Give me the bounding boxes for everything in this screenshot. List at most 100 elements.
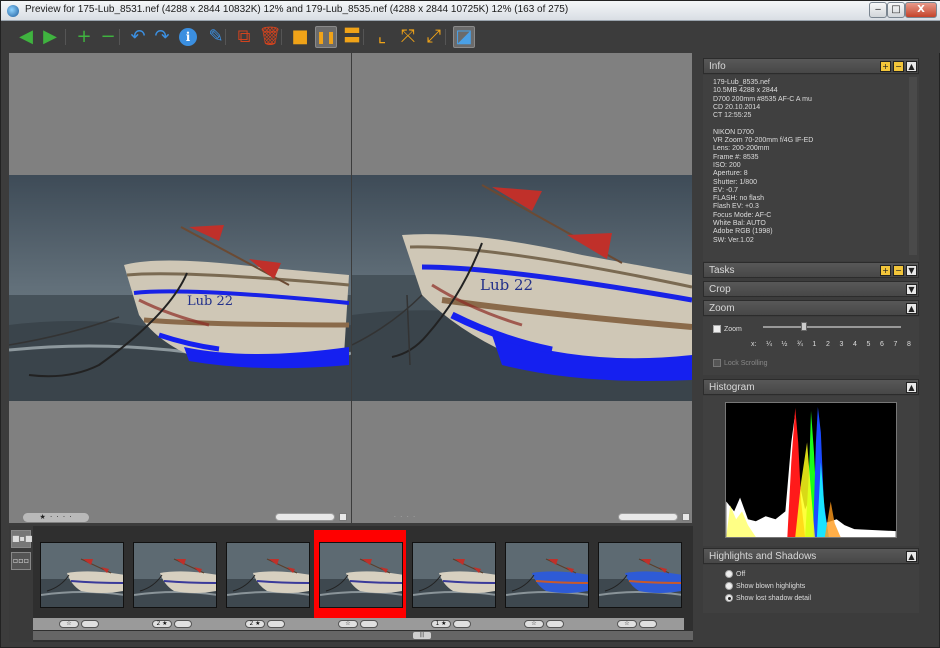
- back-arrow-icon[interactable]: ◀: [15, 26, 37, 48]
- zoom-out-icon[interactable]: −: [97, 26, 119, 48]
- thumbnail-rating[interactable]: 2 ★: [245, 620, 265, 628]
- radio-button[interactable]: [725, 582, 733, 591]
- edit-icon[interactable]: ✎: [205, 26, 227, 48]
- crop-icon[interactable]: ⌞: [371, 26, 393, 48]
- filmstrip-thumbnail[interactable]: [593, 530, 685, 620]
- filmstrip-thumbnail[interactable]: [407, 530, 499, 620]
- tasks-expand-icon[interactable]: ▼: [906, 265, 917, 276]
- info-add-button[interactable]: +: [880, 61, 891, 72]
- minimize-button[interactable]: ‒: [869, 2, 887, 18]
- filmstrip-thumbnail[interactable]: [128, 530, 220, 620]
- highlights-option[interactable]: Off: [725, 569, 919, 581]
- left-corner-button[interactable]: [339, 513, 347, 521]
- tasks-add-button[interactable]: +: [880, 265, 891, 276]
- forward-arrow-icon[interactable]: ▶: [39, 26, 61, 48]
- tasks-section-header[interactable]: Tasks + − ▼: [703, 262, 919, 278]
- info-collapse-icon[interactable]: ▲: [906, 61, 917, 72]
- zoom-level[interactable]: 5: [866, 341, 870, 348]
- zoom-level[interactable]: 8: [907, 341, 911, 348]
- compare-vertical-icon[interactable]: ❚❚: [315, 26, 337, 48]
- lock-scrolling-checkbox[interactable]: Lock Scrolling: [713, 359, 768, 367]
- right-photo[interactable]: Lub 22: [352, 175, 692, 401]
- thumbnail-image[interactable]: [598, 542, 682, 608]
- right-viewer[interactable]: Lub 22 · · · ·: [352, 53, 692, 523]
- zoom-level[interactable]: 4: [853, 341, 857, 348]
- left-hscroll[interactable]: [275, 513, 335, 521]
- rotate-left-icon[interactable]: ↶: [127, 26, 149, 48]
- radio-button[interactable]: [725, 594, 733, 603]
- close-button[interactable]: X: [905, 2, 937, 18]
- color-profile-icon[interactable]: ◪: [453, 26, 475, 48]
- left-photo[interactable]: Lub 22: [9, 175, 351, 401]
- zoom-level[interactable]: 7: [894, 341, 898, 348]
- highlights-option[interactable]: Show lost shadow detail: [725, 593, 919, 605]
- info-remove-button[interactable]: −: [893, 61, 904, 72]
- thumbnail-label-button[interactable]: [267, 620, 285, 628]
- right-hscroll[interactable]: [618, 513, 678, 521]
- left-viewer[interactable]: Lub 22 ★ · · · ·: [9, 53, 351, 523]
- filmstrip-thumbnail[interactable]: [221, 530, 313, 620]
- thumbnail-rating[interactable]: ☆: [524, 620, 544, 628]
- thumbnail-image[interactable]: [505, 542, 589, 608]
- tasks-remove-button[interactable]: −: [893, 265, 904, 276]
- thumbnail-rating[interactable]: 1 ★: [431, 620, 451, 628]
- thumbnail-label-button[interactable]: [546, 620, 564, 628]
- zoom-checkbox[interactable]: Zoom: [713, 325, 742, 333]
- thumbnail-label-button[interactable]: [639, 620, 657, 628]
- highlights-section-header[interactable]: Highlights and Shadows ▲: [703, 548, 919, 564]
- thumbnail-rating[interactable]: ☆: [59, 620, 79, 628]
- zoom-section-header[interactable]: Zoom ▲: [703, 300, 919, 316]
- thumbnail-rating[interactable]: 2 ★: [152, 620, 172, 628]
- copy-icon[interactable]: ⧉: [233, 26, 255, 48]
- filmstrip-thumbnail[interactable]: [500, 530, 592, 620]
- delete-icon[interactable]: 🗑: [259, 26, 282, 48]
- zoom-slider-thumb[interactable]: [801, 322, 807, 331]
- filmstrip-thumbnail[interactable]: [314, 530, 406, 620]
- thumbnail-label-button[interactable]: [81, 620, 99, 628]
- zoom-level[interactable]: ¾: [797, 341, 803, 348]
- zoom-slider[interactable]: [763, 322, 901, 331]
- thumbnail-image[interactable]: [412, 542, 496, 608]
- thumbnail-rating[interactable]: ☆: [338, 620, 358, 628]
- thumbnail-image[interactable]: [40, 542, 124, 608]
- radio-button[interactable]: [725, 570, 733, 579]
- right-corner-button[interactable]: [682, 513, 690, 521]
- info-icon[interactable]: i: [179, 28, 197, 46]
- fit-window-icon[interactable]: ⤧: [397, 26, 419, 48]
- info-scrollbar[interactable]: [909, 77, 917, 255]
- filmstrip-thumbnail[interactable]: [35, 530, 127, 620]
- thumbnail-image[interactable]: [319, 542, 403, 608]
- zoom-level[interactable]: 3: [839, 341, 843, 348]
- thumbnail-image[interactable]: [133, 542, 217, 608]
- zoom-level[interactable]: 6: [880, 341, 884, 348]
- filmstrip-one-row-button[interactable]: ■▪■: [11, 530, 33, 548]
- crop-expand-icon[interactable]: ▼: [906, 284, 917, 295]
- right-rating[interactable]: · · · ·: [372, 513, 438, 522]
- thumbnail-label-button[interactable]: [174, 620, 192, 628]
- filmstrip-scroll-thumb[interactable]: |||: [413, 632, 431, 639]
- highlights-option[interactable]: Show blown highlights: [725, 581, 919, 593]
- zoom-level[interactable]: ½: [782, 341, 788, 348]
- zoom-level[interactable]: 2: [826, 341, 830, 348]
- filmstrip-multi-row-button[interactable]: ▫▫▫: [11, 552, 31, 570]
- thumbnail-image[interactable]: [226, 542, 310, 608]
- crop-section-header[interactable]: Crop ▼: [703, 281, 919, 297]
- maximize-button[interactable]: □: [887, 2, 905, 18]
- histogram-collapse-icon[interactable]: ▲: [906, 382, 917, 393]
- info-section-header[interactable]: Info + − ▲: [703, 58, 919, 74]
- full-screen-icon[interactable]: ⤢: [423, 26, 445, 48]
- thumbnail-label-button[interactable]: [453, 620, 471, 628]
- highlights-collapse-icon[interactable]: ▲: [906, 551, 917, 562]
- thumbnail-rating[interactable]: ☆: [617, 620, 637, 628]
- zoom-level[interactable]: ¼: [766, 341, 772, 348]
- zoom-level[interactable]: 1: [812, 341, 816, 348]
- zoom-in-icon[interactable]: +: [73, 26, 95, 48]
- compare-horizontal-icon[interactable]: 〓: [341, 26, 363, 48]
- left-rating[interactable]: ★ · · · ·: [23, 513, 89, 522]
- filmstrip-scrollbar[interactable]: |||: [33, 631, 693, 640]
- single-view-icon[interactable]: ■: [289, 26, 311, 48]
- zoom-collapse-icon[interactable]: ▲: [906, 303, 917, 314]
- rotate-right-icon[interactable]: ↷: [151, 26, 173, 48]
- thumbnail-label-button[interactable]: [360, 620, 378, 628]
- histogram-section-header[interactable]: Histogram ▲: [703, 379, 919, 395]
